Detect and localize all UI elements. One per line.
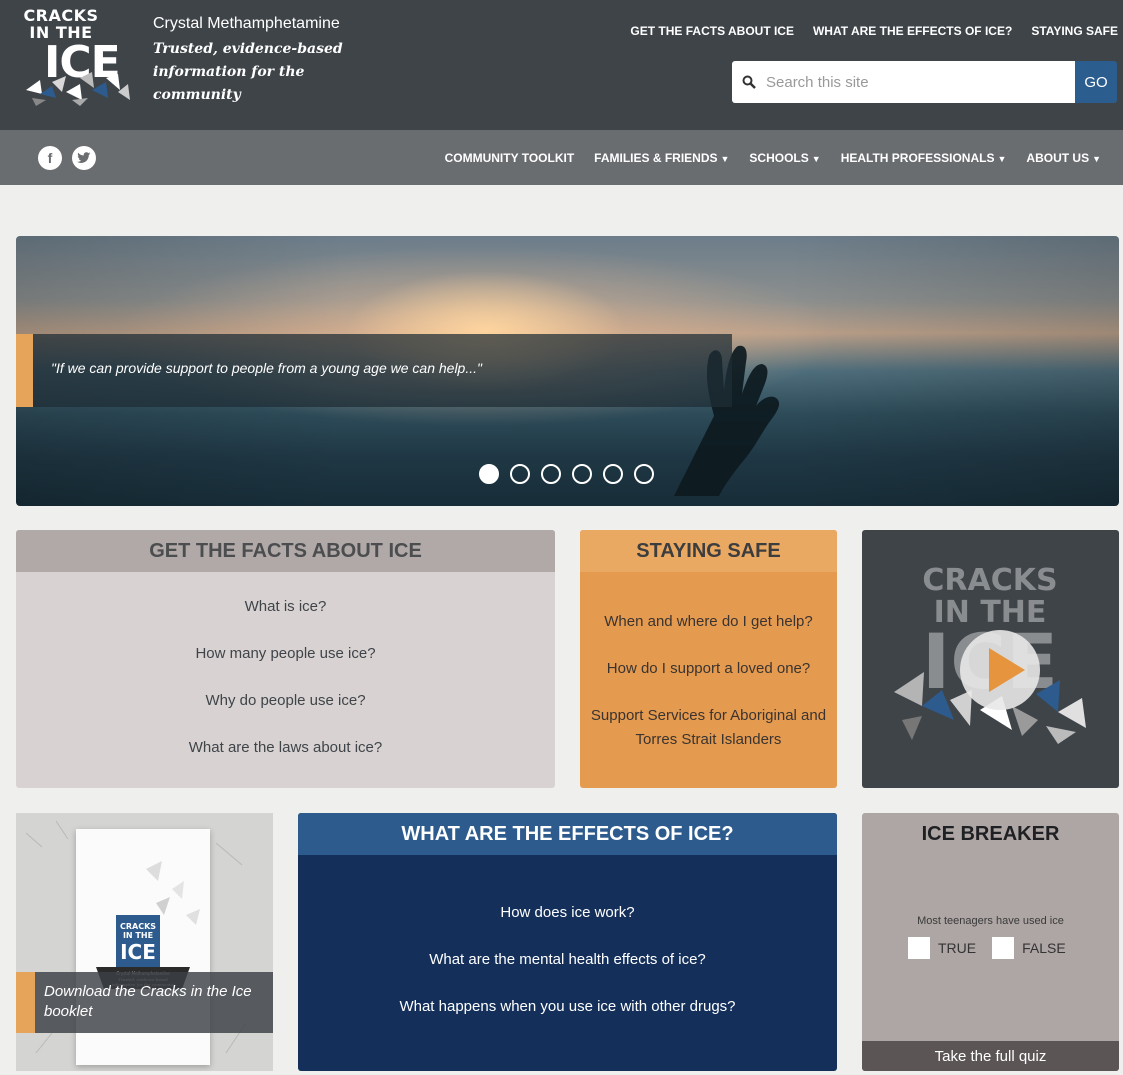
nav-about-us[interactable]: ABOUT US ▼ <box>1026 151 1101 165</box>
nav-item-label: COMMUNITY TOOLKIT <box>444 151 575 165</box>
effects-link[interactable]: What happens when you use ice with other… <box>298 998 837 1045</box>
booklet-download-label: Download the Cracks in the Ice booklet <box>44 983 252 1020</box>
twitter-icon[interactable] <box>72 146 96 170</box>
quiz-question: Most teenagers have used ice <box>917 915 1064 927</box>
nav-schools[interactable]: SCHOOLS ▼ <box>749 151 820 165</box>
booklet-logo-line-3: ICE <box>120 940 156 964</box>
staying-safe-link[interactable]: How do I support a loved one? <box>580 657 837 681</box>
download-accent-bar <box>16 972 35 1033</box>
carousel-dot[interactable] <box>479 464 499 484</box>
logo-line-1: CRACKS <box>23 6 99 25</box>
top-nav-effects[interactable]: WHAT ARE THE EFFECTS OF ICE? <box>813 24 1012 38</box>
site-search: GO <box>732 61 1117 103</box>
nav-item-label: HEALTH PROFESSIONALS <box>840 151 995 165</box>
caption-accent-bar <box>16 334 33 407</box>
quiz-options: TRUE FALSE <box>908 937 1074 959</box>
effects-link[interactable]: How does ice work? <box>298 904 837 951</box>
effects-title[interactable]: WHAT ARE THE EFFECTS OF ICE? <box>298 813 837 855</box>
facts-link[interactable]: What are the laws about ice? <box>16 739 555 786</box>
carousel-dot[interactable] <box>634 464 654 484</box>
top-nav: GET THE FACTS ABOUT ICE WHAT ARE THE EFF… <box>630 24 1118 38</box>
booklet-download-banner[interactable]: Download the Cracks in the Ice booklet <box>16 972 273 1033</box>
chevron-down-icon: ▼ <box>1092 154 1101 164</box>
social-links: f <box>38 146 96 170</box>
facts-link-list: What is ice? How many people use ice? Wh… <box>16 598 555 786</box>
nav-community-toolkit[interactable]: COMMUNITY TOOLKIT <box>445 151 575 165</box>
facts-link[interactable]: Why do people use ice? <box>16 692 555 739</box>
carousel-dot[interactable] <box>510 464 530 484</box>
site-name: Crystal Methamphetamine <box>153 15 340 32</box>
facts-card: GET THE FACTS ABOUT ICE What is ice? How… <box>16 530 555 788</box>
quiz-true-checkbox[interactable] <box>908 937 930 959</box>
staying-safe-link-list: When and where do I get help? How do I s… <box>580 610 837 752</box>
chevron-down-icon: ▼ <box>811 154 821 164</box>
booklet-logo-line-2: IN THE <box>123 931 153 940</box>
nav-health-professionals[interactable]: HEALTH PROFESSIONALS ▼ <box>841 151 1007 165</box>
quiz-false-checkbox[interactable] <box>992 937 1015 959</box>
effects-card: WHAT ARE THE EFFECTS OF ICE? How does ic… <box>298 813 837 1071</box>
facts-link[interactable]: How many people use ice? <box>16 645 555 692</box>
take-full-quiz-button[interactable]: Take the full quiz <box>862 1041 1119 1071</box>
booklet-card[interactable]: CRACKS IN THE ICE Crystal Methamphetamin… <box>16 813 273 1071</box>
carousel-dot[interactable] <box>541 464 561 484</box>
carousel-dots <box>479 464 654 484</box>
search-icon <box>732 75 766 89</box>
search-input[interactable] <box>766 73 1066 91</box>
search-go-button[interactable]: GO <box>1075 61 1117 103</box>
quiz-false-label: FALSE <box>1022 940 1066 956</box>
ice-breaker-quiz-card: ICE BREAKER Most teenagers have used ice… <box>862 813 1119 1071</box>
effects-link[interactable]: What are the mental health effects of ic… <box>298 951 837 998</box>
top-nav-staying-safe[interactable]: STAYING SAFE <box>1031 24 1118 38</box>
effects-link-list: How does ice work? What are the mental h… <box>298 904 837 1045</box>
quiz-title: ICE BREAKER <box>921 822 1060 845</box>
site-logo[interactable]: CRACKS IN THE ICE <box>22 8 132 108</box>
video-logo-line-1: CRACKS <box>922 563 1057 598</box>
top-nav-facts[interactable]: GET THE FACTS ABOUT ICE <box>630 24 794 38</box>
main-nav-bar: f COMMUNITY TOOLKIT FAMILIES & FRIENDS ▼ … <box>0 130 1123 185</box>
facebook-icon[interactable]: f <box>38 146 62 170</box>
staying-safe-card: STAYING SAFE When and where do I get hel… <box>580 530 837 788</box>
nav-item-label: FAMILIES & FRIENDS <box>594 151 718 165</box>
main-nav: COMMUNITY TOOLKIT FAMILIES & FRIENDS ▼ SC… <box>445 151 1101 165</box>
video-thumbnail: CRACKS IN THE ICE <box>894 563 1086 744</box>
hero-caption: "If we can provide support to people fro… <box>16 334 732 407</box>
chevron-down-icon: ▼ <box>720 154 730 164</box>
chevron-down-icon: ▼ <box>997 154 1007 164</box>
nav-item-label: SCHOOLS <box>749 151 809 165</box>
site-header: CRACKS IN THE ICE Crystal Methamphetamin… <box>0 0 1123 130</box>
nav-item-label: ABOUT US <box>1026 151 1090 165</box>
facts-link[interactable]: What is ice? <box>16 598 555 645</box>
site-tagline: Trusted, evidence-based information for … <box>153 41 343 103</box>
hero-quote: "If we can provide support to people fro… <box>51 360 482 376</box>
staying-safe-link[interactable]: Support Services for Aboriginal and Torr… <box>580 704 837 752</box>
hero-carousel[interactable]: "If we can provide support to people fro… <box>16 236 1119 506</box>
logo-shards-graphic <box>26 72 130 106</box>
facts-title[interactable]: GET THE FACTS ABOUT ICE <box>16 530 555 572</box>
staying-safe-link[interactable]: When and where do I get help? <box>580 610 837 634</box>
staying-safe-title[interactable]: STAYING SAFE <box>580 530 837 572</box>
video-card[interactable]: CRACKS IN THE ICE <box>862 530 1119 788</box>
search-box <box>732 61 1075 103</box>
carousel-dot[interactable] <box>603 464 623 484</box>
quiz-true-label: TRUE <box>938 940 977 956</box>
booklet-logo-line-1: CRACKS <box>120 922 156 931</box>
nav-families-friends[interactable]: FAMILIES & FRIENDS ▼ <box>594 151 729 165</box>
carousel-dot[interactable] <box>572 464 592 484</box>
